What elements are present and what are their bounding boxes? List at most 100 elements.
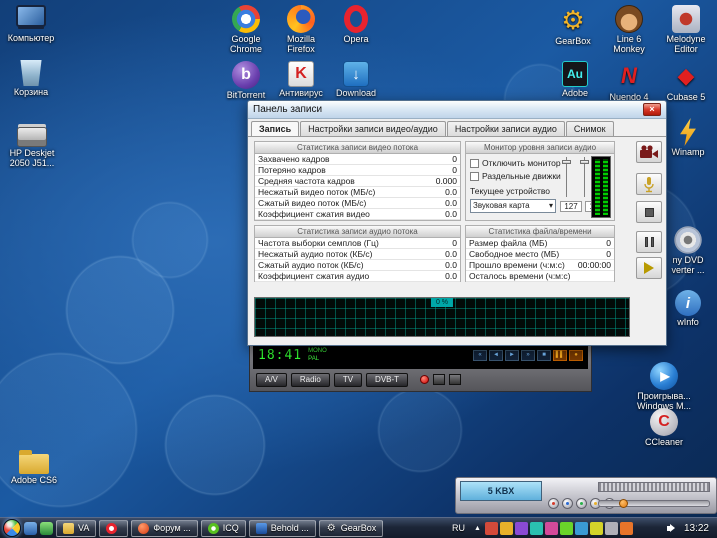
tray-icon[interactable]: [590, 522, 603, 535]
forward-button[interactable]: »: [521, 350, 535, 361]
level-slider-left[interactable]: [562, 157, 571, 197]
tv-tools-button[interactable]: [449, 374, 461, 385]
pause-button[interactable]: [636, 231, 662, 253]
tab-record[interactable]: Запись: [251, 121, 299, 136]
icon-label: GoogleChrome: [218, 34, 274, 54]
rewind-button[interactable]: «: [473, 350, 487, 361]
desktop-icon-opera[interactable]: Opera: [328, 5, 384, 44]
computer-icon: [16, 5, 46, 27]
taskbar-button-gearbox[interactable]: ⚙ GearBox: [319, 520, 384, 537]
dvbt-button[interactable]: DVB-T: [366, 373, 408, 387]
printer-icon: [17, 127, 47, 147]
player-button-2[interactable]: [562, 498, 573, 509]
tray-icon[interactable]: [635, 522, 648, 535]
record-audio-button[interactable]: [636, 173, 662, 195]
desktop-icon-ccleaner[interactable]: C CCleaner: [631, 408, 697, 447]
tray-icon[interactable]: [515, 522, 528, 535]
tray-icon[interactable]: [605, 522, 618, 535]
stat-row: Прошло времени (ч:м:с)00:00:00: [466, 260, 614, 271]
record-button[interactable]: ●: [569, 350, 583, 361]
taskbar-button-behold[interactable]: Behold ...: [249, 520, 316, 537]
quick-launch-icon-1[interactable]: [24, 522, 37, 535]
tab-video-audio-settings[interactable]: Настройки записи видео/аудио: [300, 121, 446, 136]
checkbox[interactable]: [470, 172, 479, 181]
taskbar-button-va[interactable]: VA: [56, 520, 96, 537]
dialog-titlebar[interactable]: Панель записи ×: [248, 101, 666, 119]
next-button[interactable]: ►: [505, 350, 519, 361]
level-slider-right[interactable]: [580, 157, 589, 197]
tray-icon[interactable]: [500, 522, 513, 535]
vu-meter: [591, 156, 611, 218]
slider-thumb[interactable]: [562, 160, 571, 164]
device-select[interactable]: Звуковая карта ▾: [470, 199, 556, 213]
desktop-icon-chrome[interactable]: GoogleChrome: [218, 5, 274, 54]
desktop-icon-gearbox[interactable]: ⚙ GearBox: [545, 5, 601, 46]
desktop-icon-melodyne[interactable]: MelodyneEditor: [657, 5, 715, 54]
language-indicator[interactable]: RU: [447, 523, 470, 533]
tray-icon[interactable]: [575, 522, 588, 535]
taskbar-button-opera[interactable]: [99, 520, 128, 537]
desktop-icon-bittorrent[interactable]: b BitTorrent: [218, 61, 274, 100]
desktop-icon-dvd-converter[interactable]: ny DVDverter ...: [661, 226, 715, 275]
desktop-icon-adobe-audition[interactable]: Au Adobe: [547, 61, 603, 98]
desktop-icon-computer[interactable]: Компьютер: [3, 5, 59, 43]
hidden-icons-arrow[interactable]: ▲: [472, 525, 483, 532]
record-video-button[interactable]: [636, 141, 662, 163]
progress-badge: 0 %: [431, 298, 453, 307]
quick-launch-icon-2[interactable]: [40, 522, 53, 535]
desktop-icon-adobe-cs6-folder[interactable]: Adobe CS6: [6, 446, 62, 485]
stop-button[interactable]: [636, 201, 662, 223]
icon-label: Корзина: [3, 87, 59, 97]
close-button[interactable]: ×: [643, 103, 661, 116]
av-button[interactable]: A/V: [256, 373, 287, 387]
tab-snapshot[interactable]: Снимок: [566, 121, 614, 136]
tv-button[interactable]: TV: [334, 373, 362, 387]
volume-slider[interactable]: [598, 500, 710, 507]
desktop-icon-download[interactable]: ↓ Download: [328, 61, 384, 98]
taskbar-button-forum[interactable]: Форум ...: [131, 520, 197, 537]
taskbar-clock[interactable]: 13:22: [684, 523, 709, 534]
monkey-icon: [615, 5, 643, 33]
slider-thumb[interactable]: [580, 160, 589, 164]
icon-label: Download: [328, 88, 384, 98]
stop-button[interactable]: ■: [537, 350, 551, 361]
tab-audio-settings[interactable]: Настройки записи аудио: [447, 121, 565, 136]
desktop-icon-winfo[interactable]: i wInfo: [661, 290, 715, 327]
player-lcd: 5 KBX: [460, 481, 542, 501]
radio-button[interactable]: Radio: [291, 373, 330, 387]
melodyne-icon: [672, 5, 700, 33]
player-button-1[interactable]: [548, 498, 559, 509]
volume-knob[interactable]: [619, 499, 628, 508]
desktop-icon-antivirus[interactable]: K Антивирус: [273, 61, 329, 98]
desktop-icon-firefox[interactable]: MozillaFirefox: [273, 5, 329, 54]
tv-settings-button[interactable]: [433, 374, 445, 385]
desktop-icon-windows-media-player[interactable]: ▶ Проигрыва...Windows M...: [631, 362, 697, 411]
stat-row: Средняя частота кадров0.000: [255, 176, 460, 187]
player-button-3[interactable]: [576, 498, 587, 509]
desktop-icon-line6-monkey[interactable]: Line 6Monkey: [601, 5, 657, 54]
desktop-icon-recycle-bin[interactable]: Корзина: [3, 60, 59, 97]
play-button[interactable]: [636, 257, 662, 279]
tray-icon[interactable]: [530, 522, 543, 535]
desktop-icon-nuendo[interactable]: N Nuendo 4: [601, 61, 657, 102]
group-header: Статистика файла/времени: [466, 226, 614, 238]
desktop-icon-winamp[interactable]: Winamp: [661, 118, 715, 157]
stat-row: Коэффициент сжатия аудио0.0: [255, 271, 460, 282]
speaker-icon[interactable]: [665, 522, 678, 535]
tray-icon[interactable]: [620, 522, 633, 535]
record-indicator-icon[interactable]: [420, 375, 429, 384]
checkbox[interactable]: [470, 159, 479, 168]
desktop-icon-printer[interactable]: HP Deskjet2050 J51...: [1, 121, 63, 168]
pause-button[interactable]: ▌▌: [553, 350, 567, 361]
icon-label: GearBox: [545, 36, 601, 46]
start-button[interactable]: [3, 519, 21, 537]
prev-button[interactable]: ◄: [489, 350, 503, 361]
stat-row: Частота выборки семплов (Гц)0: [255, 238, 460, 249]
vu-bar-right: [603, 159, 608, 215]
tray-icon[interactable]: [545, 522, 558, 535]
tray-icon[interactable]: [560, 522, 573, 535]
taskbar-button-icq[interactable]: ICQ: [201, 520, 246, 537]
desktop-icon-cubase[interactable]: ◆ Cubase 5: [657, 61, 715, 102]
tray-icon[interactable]: [485, 522, 498, 535]
tray-icon[interactable]: [650, 522, 663, 535]
